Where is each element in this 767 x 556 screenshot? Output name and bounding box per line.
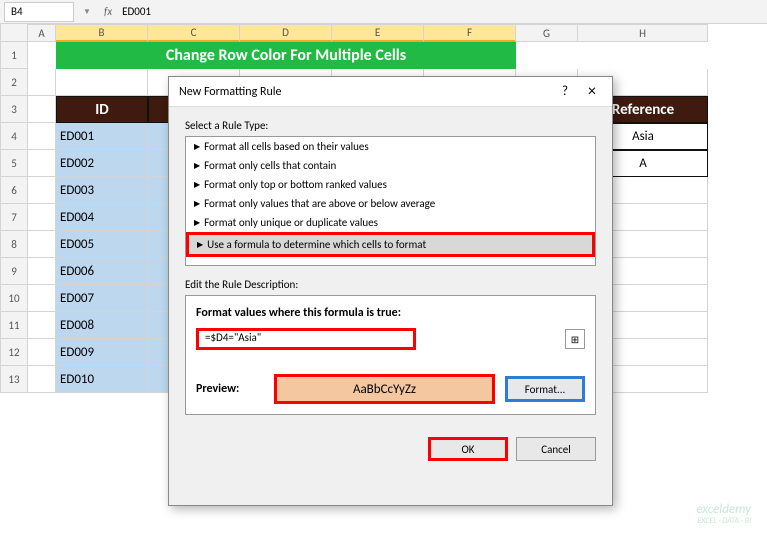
cell[interactable] bbox=[28, 150, 56, 177]
col-header[interactable]: G bbox=[516, 24, 578, 42]
triangle-icon: ▶ bbox=[194, 180, 200, 190]
cell[interactable]: ED001 bbox=[56, 123, 148, 150]
cell[interactable] bbox=[28, 366, 56, 393]
ok-button[interactable]: OK bbox=[428, 437, 508, 461]
row-headers: 1 2 3 4 5 6 7 8 9 10 11 12 13 bbox=[0, 24, 28, 393]
sheet-title[interactable]: Change Row Color For Multiple Cells bbox=[56, 42, 516, 69]
cell[interactable]: ED008 bbox=[56, 312, 148, 339]
table-row: Change Row Color For Multiple Cells bbox=[28, 42, 767, 69]
col-header[interactable]: H bbox=[578, 24, 708, 42]
formula-label: Format values where this formula is true… bbox=[196, 306, 585, 320]
cell[interactable] bbox=[28, 123, 56, 150]
id-header[interactable]: ID bbox=[56, 96, 148, 123]
select-rule-type-label: Select a Rule Type: bbox=[185, 119, 596, 132]
cell[interactable] bbox=[28, 231, 56, 258]
cell[interactable]: ED009 bbox=[56, 339, 148, 366]
row-header[interactable]: 7 bbox=[0, 204, 28, 231]
triangle-icon: ▶ bbox=[194, 161, 200, 171]
cell[interactable] bbox=[516, 42, 578, 69]
cancel-button[interactable]: Cancel bbox=[516, 437, 596, 461]
format-button[interactable]: Format... bbox=[505, 376, 585, 402]
cell[interactable]: ED002 bbox=[56, 150, 148, 177]
cell[interactable]: ED007 bbox=[56, 285, 148, 312]
help-icon[interactable]: ? bbox=[562, 84, 568, 99]
col-header[interactable]: A bbox=[28, 24, 56, 42]
col-header[interactable]: C bbox=[148, 24, 240, 42]
triangle-icon: ▶ bbox=[197, 240, 203, 250]
preview-label: Preview: bbox=[196, 382, 264, 396]
cell[interactable]: ED010 bbox=[56, 366, 148, 393]
range-selector-icon[interactable]: ⊞ bbox=[565, 329, 585, 349]
dialog-title: New Formatting Rule bbox=[179, 85, 562, 99]
col-header[interactable]: E bbox=[332, 24, 424, 42]
dialog-footer: OK Cancel bbox=[169, 427, 612, 471]
name-box[interactable]: B4 bbox=[4, 2, 74, 22]
rule-type-list: ▶Format all cells based on their values … bbox=[185, 136, 596, 266]
cell[interactable] bbox=[578, 42, 708, 69]
triangle-icon: ▶ bbox=[194, 199, 200, 209]
cell[interactable] bbox=[56, 69, 148, 96]
formula-value[interactable]: ED001 bbox=[122, 5, 151, 18]
rule-description-box: Format values where this formula is true… bbox=[185, 295, 596, 415]
row-header[interactable]: 1 bbox=[0, 42, 28, 69]
row-header[interactable]: 10 bbox=[0, 285, 28, 312]
row-header[interactable]: 2 bbox=[0, 69, 28, 96]
cell[interactable]: ED004 bbox=[56, 204, 148, 231]
col-header[interactable]: B bbox=[56, 24, 148, 42]
cell[interactable] bbox=[28, 312, 56, 339]
select-all-corner[interactable] bbox=[0, 24, 28, 42]
cell[interactable] bbox=[28, 96, 56, 123]
row-header[interactable]: 12 bbox=[0, 339, 28, 366]
rule-type-item[interactable]: ▶Format only cells that contain bbox=[186, 156, 595, 175]
col-header[interactable]: F bbox=[424, 24, 516, 42]
cell[interactable] bbox=[28, 177, 56, 204]
col-header[interactable]: D bbox=[240, 24, 332, 42]
formula-input[interactable]: =$D4="Asia" bbox=[196, 328, 416, 350]
cell[interactable]: ED005 bbox=[56, 231, 148, 258]
row-header[interactable]: 3 bbox=[0, 96, 28, 123]
dialog-titlebar[interactable]: New Formatting Rule ? × bbox=[169, 77, 612, 107]
cell[interactable] bbox=[28, 42, 56, 69]
rule-type-item[interactable]: ▶Format only top or bottom ranked values bbox=[186, 175, 595, 194]
cell[interactable] bbox=[28, 69, 56, 96]
row-header[interactable]: 11 bbox=[0, 312, 28, 339]
row-header[interactable]: 4 bbox=[0, 123, 28, 150]
cell[interactable] bbox=[28, 285, 56, 312]
cell[interactable]: ED003 bbox=[56, 177, 148, 204]
formula-bar: B4 ▼ fx ED001 bbox=[0, 0, 767, 24]
rule-type-item[interactable]: ▶Format all cells based on their values bbox=[186, 137, 595, 156]
close-icon[interactable]: × bbox=[582, 82, 602, 101]
format-preview: AaBbCcYyZz bbox=[274, 374, 495, 404]
row-header[interactable]: 5 bbox=[0, 150, 28, 177]
row-header[interactable]: 6 bbox=[0, 177, 28, 204]
rule-type-item[interactable]: ▶Format only values that are above or be… bbox=[186, 194, 595, 213]
row-header[interactable]: 8 bbox=[0, 231, 28, 258]
watermark: exceldemy EXCEL · DATA · BI bbox=[696, 503, 751, 526]
triangle-icon: ▶ bbox=[194, 142, 200, 152]
column-headers: A B C D E F G H bbox=[28, 24, 767, 42]
row-header[interactable]: 13 bbox=[0, 366, 28, 393]
name-box-dropdown-icon[interactable]: ▼ bbox=[80, 7, 94, 17]
cell[interactable] bbox=[28, 339, 56, 366]
cell[interactable]: ED006 bbox=[56, 258, 148, 285]
fx-icon[interactable]: fx bbox=[104, 5, 112, 18]
edit-description-label: Edit the Rule Description: bbox=[185, 278, 596, 291]
cell[interactable] bbox=[28, 204, 56, 231]
triangle-icon: ▶ bbox=[194, 218, 200, 228]
cell[interactable] bbox=[28, 258, 56, 285]
rule-type-item[interactable]: ▶Format only unique or duplicate values bbox=[186, 213, 595, 232]
new-formatting-rule-dialog: New Formatting Rule ? × Select a Rule Ty… bbox=[168, 76, 613, 506]
rule-type-item-formula[interactable]: ▶Use a formula to determine which cells … bbox=[186, 232, 595, 257]
row-header[interactable]: 9 bbox=[0, 258, 28, 285]
